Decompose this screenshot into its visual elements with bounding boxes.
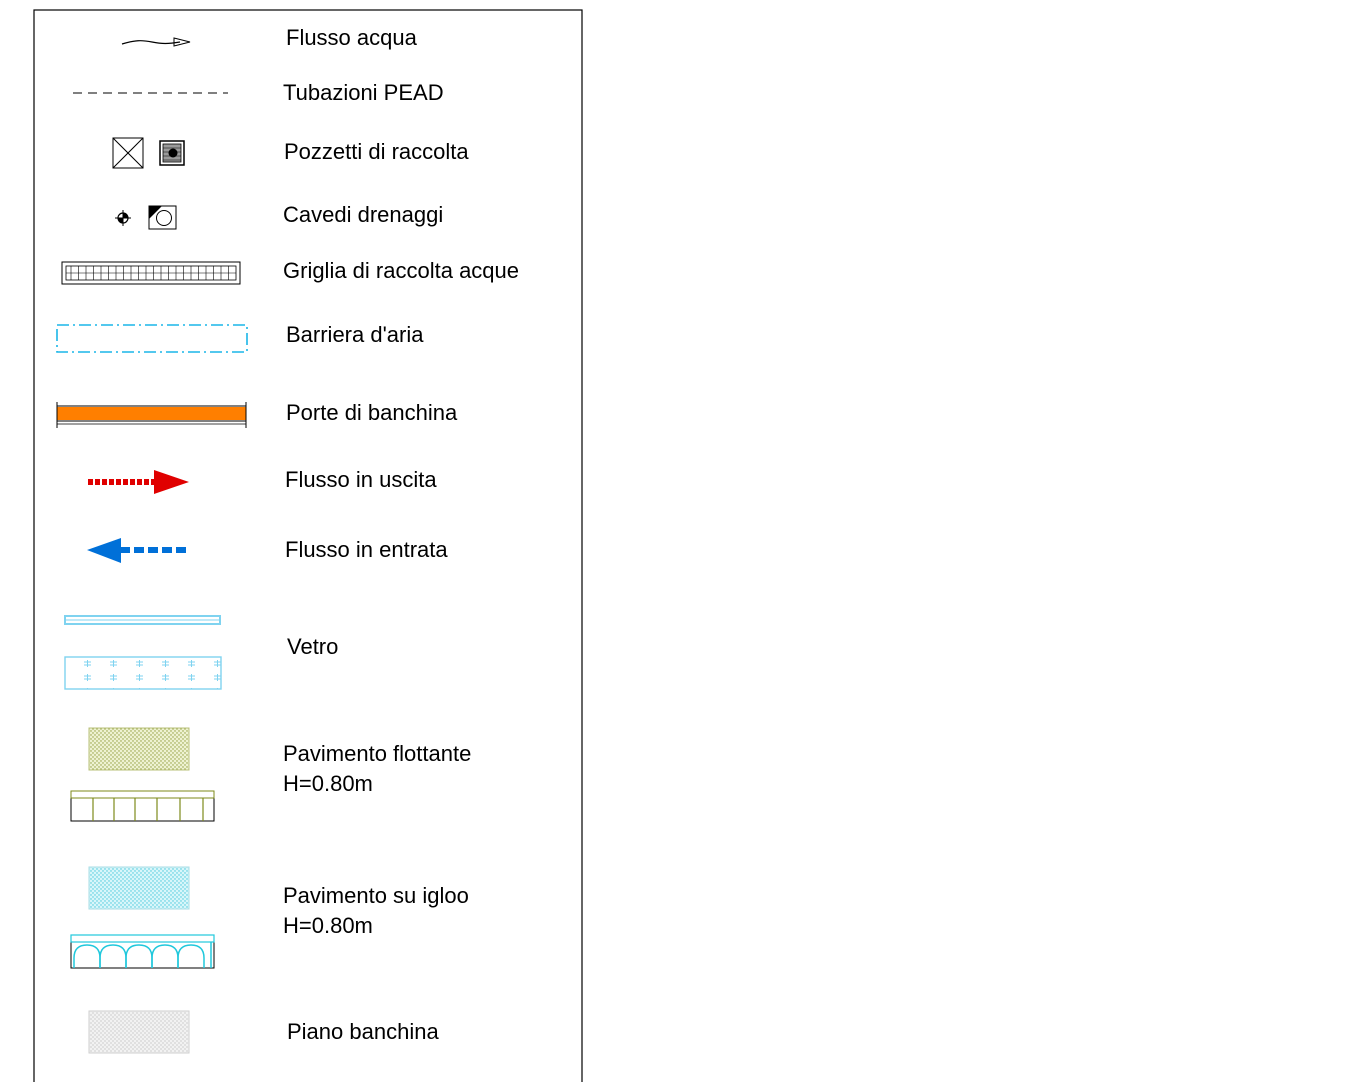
wavy-arrow-icon — [121, 37, 191, 47]
legend-label-floating-floor: Pavimento flottante H=0.80m — [283, 741, 472, 796]
legend-label-platform-level: Piano banchina — [287, 1019, 439, 1044]
crossed-box-icon — [112, 137, 144, 169]
legend-label-collection-wells: Pozzetti di raccolta — [284, 139, 469, 164]
orange-bar-icon — [56, 402, 247, 428]
legend-label-drainage-shafts: Cavedi drenaggi — [283, 202, 444, 227]
red-right-arrow-icon — [88, 470, 189, 494]
target-circle-icon — [115, 210, 131, 226]
blue-left-arrow-icon — [87, 538, 188, 563]
grate-icon — [61, 261, 241, 285]
legend-label-water-flow: Flusso acqua — [286, 25, 417, 50]
legend-label-water-grate: Griglia di raccolta acque — [283, 258, 520, 283]
dash-dot-rectangle-icon — [56, 324, 248, 353]
floating-floor-icon — [70, 727, 215, 822]
legend-label-platform-doors: Porte di banchina — [286, 400, 458, 425]
drainage-shaft-box-icon — [148, 205, 177, 230]
legend-label-glass: Vetro — [287, 634, 339, 659]
platform-hatch-icon — [88, 1010, 190, 1054]
glass-panel-icon — [64, 615, 222, 690]
igloo-floor-icon — [70, 866, 215, 969]
legend-drawing — [33, 9, 583, 1082]
legend-label-entry-flow: Flusso in entrata — [285, 537, 448, 562]
legend-label-exit-flow: Flusso in uscita — [285, 467, 437, 492]
legend-label-igloo-floor: Pavimento su igloo H=0.80m — [283, 883, 469, 938]
legend-label-air-barrier: Barriera d'aria — [286, 322, 424, 347]
legend-label-pead-pipes: Tubazioni PEAD — [283, 80, 444, 105]
grated-well-icon — [159, 140, 185, 166]
